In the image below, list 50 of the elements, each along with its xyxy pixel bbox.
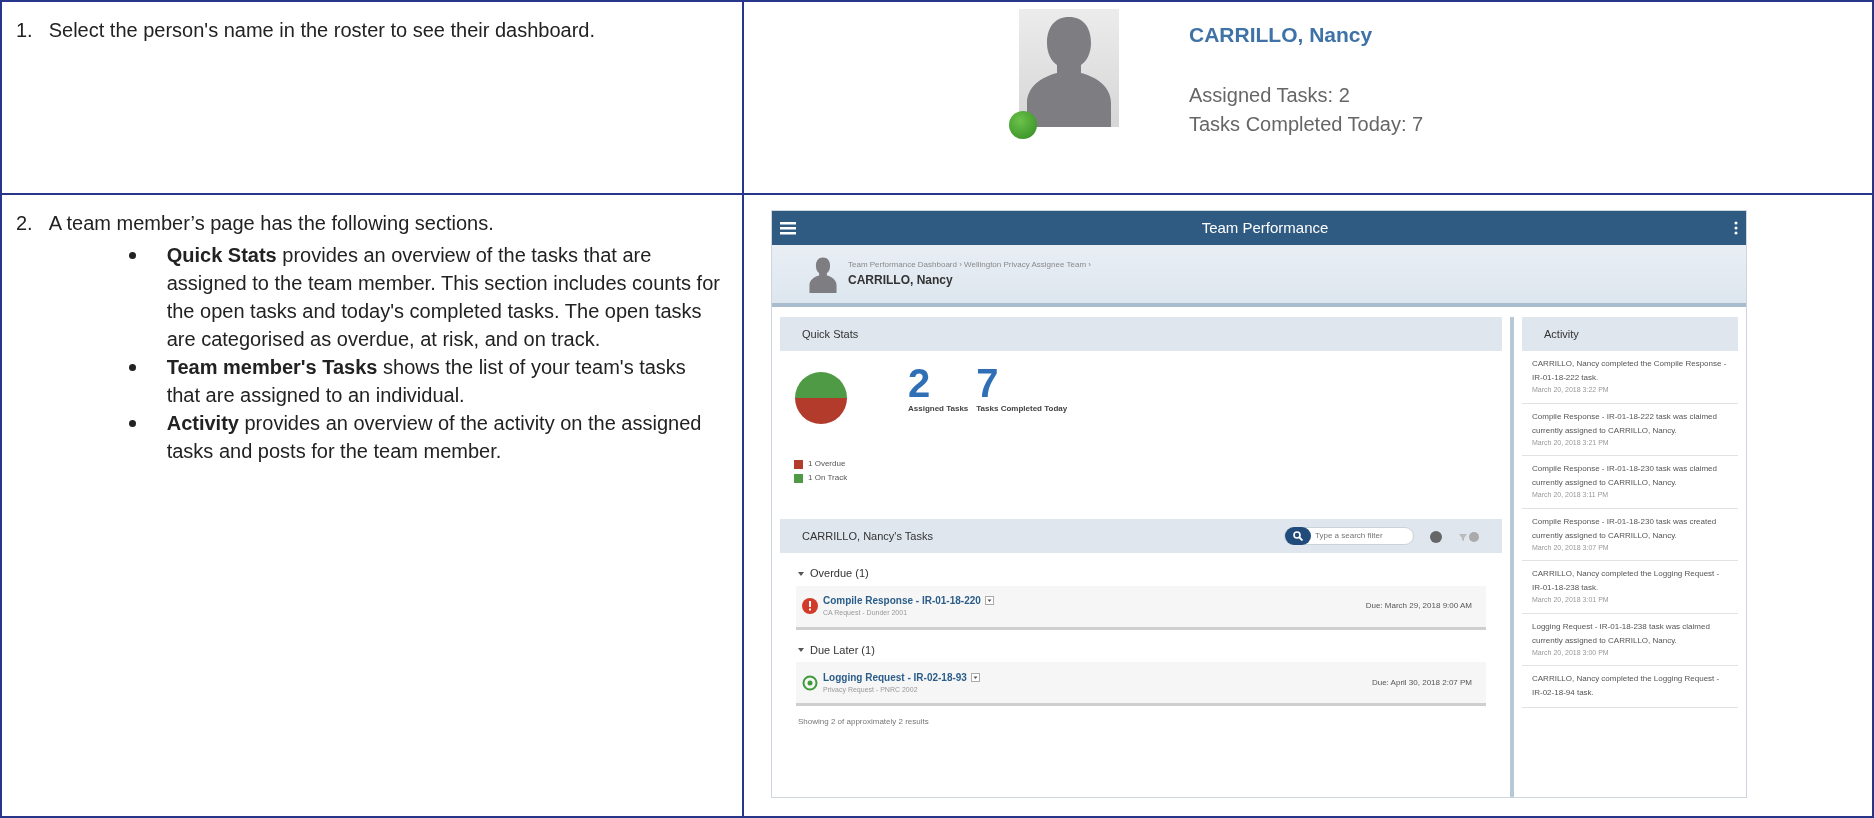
activity-text: Compile Response - IR-01-18-222 task was claimed currently assigned to CARRILLO, Nancy. — [1532, 410, 1718, 437]
bullet-icon — [128, 420, 136, 427]
count-label: Assigned Tasks — [908, 403, 969, 415]
group-label: Overdue (1) — [810, 566, 869, 581]
bullet-text: Activity provides an overview of the activity on the assigned tasks and posts for the team member. — [166, 411, 703, 464]
due-date: Due: March 29, 2018 9:00 AM — [1365, 600, 1472, 612]
activity-text: CARRILLO, Nancy completed the Logging Request - IR-01-18-238 task. — [1532, 568, 1721, 594]
menu-icon[interactable] — [780, 221, 796, 235]
dropdown-icon[interactable] — [984, 594, 994, 608]
results-count: Showing 2 of approximately 2 results — [797, 716, 930, 728]
search-icon — [1293, 531, 1303, 541]
dropdown-icon[interactable] — [970, 670, 980, 684]
clock-icon — [802, 674, 818, 691]
presence-dot — [1009, 111, 1037, 139]
alert-icon — [802, 598, 818, 614]
activity-text: Logging Request - IR-01-18-238 task was claimed currently assigned to CARRILLO, Nancy. — [1532, 620, 1711, 647]
activity-text: CARRILLO, Nancy completed the Logging Request - IR-02-18-94 task. — [1532, 673, 1721, 699]
activity-text: Compile Response - IR-01-18-230 task was claimed currently assigned to CARRILLO, Nancy. — [1532, 463, 1718, 489]
more-icon[interactable] — [1734, 221, 1738, 235]
pie-drawing — [794, 371, 848, 425]
stat-text: Assigned Tasks: 2 — [1189, 82, 1351, 108]
task-link[interactable]: Logging Request - IR-02-18-93 — [823, 669, 967, 685]
member-name-link[interactable]: CARRILLO, Nancy — [1189, 19, 1424, 51]
count-value: 7 — [976, 363, 1000, 403]
legend-label: 1 Overdue — [808, 458, 846, 470]
section-header: Activity — [1522, 317, 1738, 351]
search-bar[interactable]: Type a search filter — [1284, 527, 1414, 545]
search-input[interactable]: Type a search filter — [1311, 530, 1391, 542]
step-number: 1. — [16, 18, 33, 43]
task-link[interactable]: Compile Response - IR-01-18-220 — [823, 593, 981, 609]
bullet-text: Quick Stats provides an overview of the tasks that are assigned to the team member. This section includes counts for the open tasks and today's completed tasks. The open tasks are categorised as overdue, at risk, and on track. — [166, 243, 721, 352]
bullet-text: Team member's Tasks shows the list of your team's tasks that are assigned to an individual. — [166, 355, 687, 408]
bullet-icon — [128, 252, 136, 259]
due-date: Due: April 30, 2018 2:07 PM — [1371, 676, 1472, 689]
count-value: 2 — [908, 363, 932, 403]
group-label: Due Later (1) — [810, 642, 875, 658]
count-label: Tasks Completed Today — [976, 403, 1068, 415]
instruction-text: A team member’s page has the following sections. — [48, 211, 495, 236]
legend-label: 1 On Track — [808, 472, 848, 484]
member-name: CARRILLO, Nancy — [848, 272, 954, 289]
section-title: CARRILLO, Nancy's Tasks — [802, 528, 933, 544]
search-button[interactable] — [1285, 527, 1311, 545]
section-header: Quick Stats — [780, 317, 1502, 351]
instruction-text: Select the person's name in the roster to see their dashboard. — [48, 18, 596, 43]
activity-text: Compile Response - IR-01-18-230 task was created currently assigned to CARRILLO, Nancy. — [1532, 515, 1718, 542]
step-number: 2. — [16, 211, 33, 236]
bullet-icon — [128, 364, 136, 371]
stat-text: Tasks Completed Today: 7 — [1189, 111, 1424, 137]
activity-text: CARRILLO, Nancy completed the Compile Response - IR-01-18-222 task. — [1532, 358, 1728, 384]
app-title: Team Performance — [1201, 217, 1329, 238]
